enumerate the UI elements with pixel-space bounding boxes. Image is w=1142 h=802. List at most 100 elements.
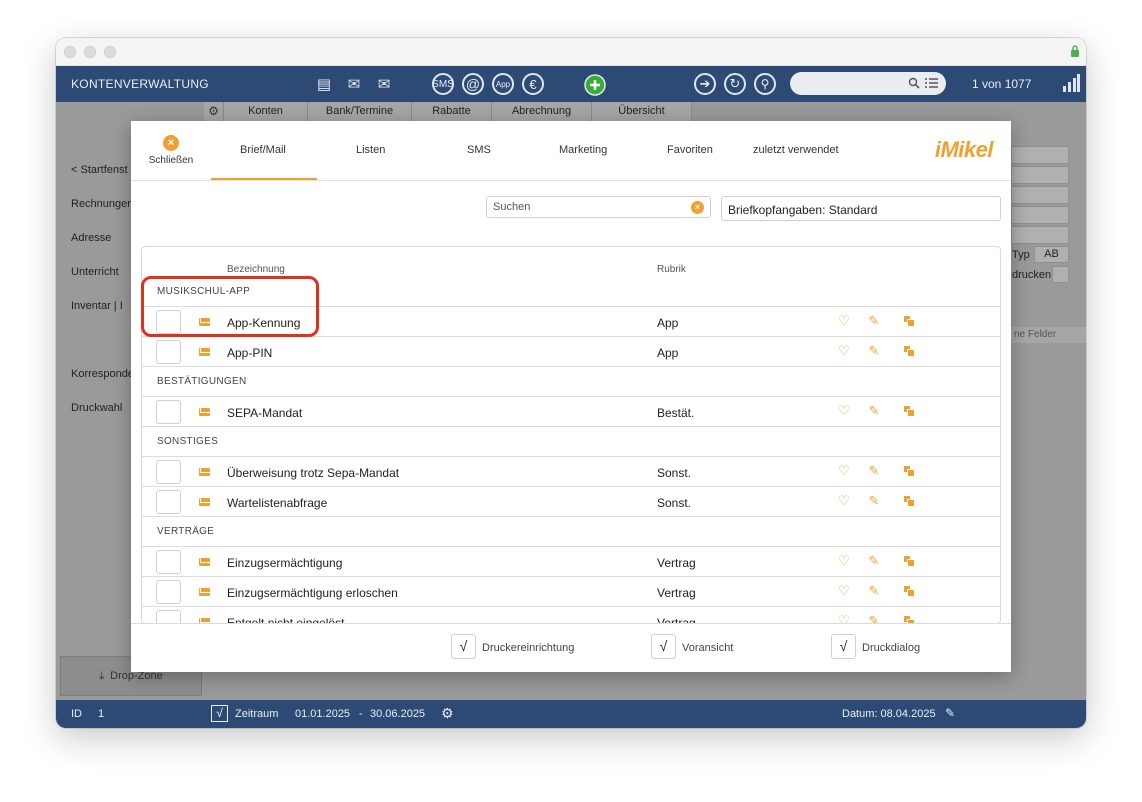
- druckereinrichtung-checkbox[interactable]: √: [451, 634, 476, 659]
- search-icon[interactable]: ⚲: [754, 73, 776, 95]
- template-name: Einzugsermächtigung erloschen: [227, 586, 398, 600]
- sidebar-item-druckwahl[interactable]: Druckwahl: [71, 402, 122, 414]
- voransicht-checkbox[interactable]: √: [651, 634, 676, 659]
- at-email-icon[interactable]: @: [462, 73, 484, 95]
- record-counter: 1 von 1077: [972, 77, 1032, 91]
- table-row[interactable]: Entgelt nicht eingelöst Vertrag ♡ ✎: [142, 607, 1000, 623]
- subtab-bank-termine[interactable]: Bank/Termine: [308, 102, 412, 121]
- list-icon[interactable]: [925, 78, 938, 88]
- refresh-icon[interactable]: ↻: [724, 73, 746, 95]
- table-row[interactable]: Einzugsermächtigung Vertrag ♡ ✎: [142, 547, 1000, 577]
- tab-sms[interactable]: SMS: [467, 144, 491, 156]
- euro-icon[interactable]: €: [522, 73, 544, 95]
- favorite-heart-icon[interactable]: ♡: [837, 344, 851, 358]
- window-titlebar: [56, 38, 1086, 66]
- template-search-input[interactable]: Suchen ×: [486, 196, 711, 218]
- gear-icon[interactable]: ⚙: [441, 705, 454, 722]
- table-row[interactable]: SEPA-Mandat Bestät. ♡ ✎: [142, 397, 1000, 427]
- table-row[interactable]: Überweisung trotz Sepa-Mandat Sonst. ♡ ✎: [142, 457, 1000, 487]
- row-checkbox[interactable]: [156, 580, 181, 604]
- duplicate-icon[interactable]: [902, 344, 916, 358]
- mail-icon[interactable]: ✉: [342, 72, 366, 96]
- row-checkbox[interactable]: [156, 550, 181, 574]
- zoom-window-button[interactable]: [104, 46, 116, 58]
- sidebar-item-adresse[interactable]: Adresse: [71, 232, 111, 244]
- table-row[interactable]: App-PIN App ♡ ✎: [142, 337, 1000, 367]
- tab-listen[interactable]: Listen: [356, 144, 385, 156]
- tab-zuletzt-verwendet[interactable]: zuletzt verwendet: [753, 144, 839, 156]
- druckereinrichtung-label: Druckereinrichtung: [482, 642, 575, 654]
- subtab-rabatte[interactable]: Rabatte: [412, 102, 492, 121]
- status-footer: ID 1 √ Zeitraum 01.01.2025 - 30.06.2025 …: [56, 700, 1086, 728]
- correspondence-modal: × Schließen Brief/Mail Listen SMS Market…: [131, 121, 1011, 672]
- search-placeholder: Suchen: [493, 201, 531, 213]
- edit-pencil-icon[interactable]: ✎: [867, 344, 881, 358]
- tab-marketing[interactable]: Marketing: [559, 144, 607, 156]
- magnifier-icon: [908, 77, 920, 89]
- favorite-heart-icon[interactable]: ♡: [837, 494, 851, 508]
- template-rubrik: Sonst.: [657, 496, 692, 510]
- tab-favoriten[interactable]: Favoriten: [667, 144, 713, 156]
- template-rubrik: Sonst.: [657, 466, 692, 480]
- printer-icon[interactable]: ▤: [312, 72, 336, 96]
- duplicate-icon[interactable]: [902, 494, 916, 508]
- subtab-uebersicht[interactable]: Übersicht: [592, 102, 692, 121]
- template-rubrik: Bestät.: [657, 406, 695, 420]
- favorite-heart-icon[interactable]: ♡: [837, 464, 851, 478]
- tab-brief-mail[interactable]: Brief/Mail: [240, 144, 286, 156]
- edit-pencil-icon[interactable]: ✎: [867, 584, 881, 598]
- sms-icon[interactable]: SMS: [432, 73, 454, 95]
- sidebar-item-rechnungen[interactable]: Rechnunger: [71, 198, 131, 210]
- section-header: BESTÄTIGUNGEN: [142, 367, 1000, 397]
- arrow-right-icon[interactable]: ➔: [694, 73, 716, 95]
- mail-icon: [199, 588, 210, 596]
- close-window-button[interactable]: [64, 46, 76, 58]
- edit-pencil-icon[interactable]: ✎: [867, 494, 881, 508]
- row-checkbox[interactable]: [156, 460, 181, 484]
- duplicate-icon[interactable]: [902, 584, 916, 598]
- edit-pencil-icon[interactable]: ✎: [867, 404, 881, 418]
- row-checkbox[interactable]: [156, 610, 181, 623]
- duplicate-icon[interactable]: [902, 404, 916, 418]
- edit-pencil-icon[interactable]: ✎: [867, 314, 881, 328]
- subtab-abrechnung[interactable]: Abrechnung: [492, 102, 592, 121]
- sidebar-item-unterricht[interactable]: Unterricht: [71, 266, 119, 278]
- favorite-heart-icon[interactable]: ♡: [837, 584, 851, 598]
- duplicate-icon[interactable]: [902, 314, 916, 328]
- clear-search-icon[interactable]: ×: [691, 201, 704, 214]
- sidebar-item-korrespondenz[interactable]: Korresponde: [71, 368, 134, 380]
- favorite-heart-icon[interactable]: ♡: [837, 404, 851, 418]
- typ-label: Typ: [1012, 249, 1030, 261]
- stats-icon[interactable]: [1062, 74, 1080, 92]
- section-header: SONSTIGES: [142, 427, 1000, 457]
- sidebar-item-inventar[interactable]: Inventar | I: [71, 300, 123, 312]
- subtab-konten[interactable]: Konten: [224, 102, 308, 121]
- edit-pencil-icon[interactable]: ✎: [867, 554, 881, 568]
- druckdialog-label: Druckdialog: [862, 642, 921, 654]
- global-search-input[interactable]: [790, 72, 946, 95]
- settings-gear-icon[interactable]: ⚙: [204, 102, 224, 121]
- table-row[interactable]: Wartelistenabfrage Sonst. ♡ ✎: [142, 487, 1000, 517]
- add-icon[interactable]: [583, 73, 607, 97]
- letterhead-select[interactable]: Briefkopfangaben: Standard: [721, 196, 1001, 221]
- edit-date-pencil-icon[interactable]: ✎: [945, 706, 955, 720]
- mail-icon: [199, 408, 210, 416]
- duplicate-icon[interactable]: [902, 464, 916, 478]
- favorite-heart-icon[interactable]: ♡: [837, 314, 851, 328]
- close-button[interactable]: × Schließen: [145, 135, 197, 166]
- app-icon[interactable]: App: [492, 73, 514, 95]
- row-checkbox[interactable]: [156, 340, 181, 364]
- template-name: Überweisung trotz Sepa-Mandat: [227, 466, 400, 480]
- minimize-window-button[interactable]: [84, 46, 96, 58]
- mail-stack-icon[interactable]: ✉: [372, 72, 396, 96]
- row-checkbox[interactable]: [156, 400, 181, 424]
- table-row[interactable]: Einzugsermächtigung erloschen Vertrag ♡ ✎: [142, 577, 1000, 607]
- date-to: 30.06.2025: [370, 708, 426, 720]
- sidebar-item-startfenster[interactable]: < Startfenst: [71, 164, 128, 176]
- druckdialog-checkbox[interactable]: √: [831, 634, 856, 659]
- favorite-heart-icon[interactable]: ♡: [837, 554, 851, 568]
- zeitraum-checkbox[interactable]: √: [211, 705, 228, 722]
- edit-pencil-icon[interactable]: ✎: [867, 464, 881, 478]
- row-checkbox[interactable]: [156, 490, 181, 514]
- duplicate-icon[interactable]: [902, 554, 916, 568]
